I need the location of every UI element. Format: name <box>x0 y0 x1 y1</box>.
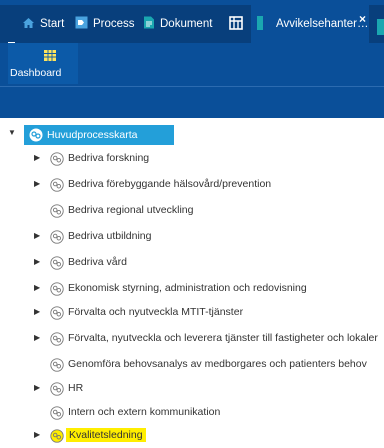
tree-item-label: Förvalta och nyutveckla MTIT-tjänster <box>68 306 244 318</box>
tree-root-label: Huvudprocesskarta <box>47 129 138 141</box>
process-node-icon <box>50 429 64 448</box>
process-tree: ▼ Huvudprocesskarta ▶ Bedriva forskning … <box>0 118 384 443</box>
collapse-arrow-icon[interactable]: ▼ <box>8 128 16 137</box>
process-node-icon <box>50 256 64 275</box>
dashboard-button[interactable]: Dashboard <box>8 43 78 84</box>
tab-avvikelsehantering-label: Avvikelsehanter… <box>276 18 369 30</box>
tab-start[interactable]: Start <box>22 5 64 43</box>
process-node-icon <box>50 178 64 197</box>
tab-start-label: Start <box>40 18 65 30</box>
expand-arrow-icon[interactable]: ▶ <box>34 257 40 266</box>
tab-dokument[interactable]: Dokument <box>143 5 212 43</box>
tree-item-label: Bedriva forskning <box>68 152 150 164</box>
process-node-icon <box>50 282 64 301</box>
tab-avvikelsehantering[interactable]: Avvikelsehanter… <box>251 5 369 43</box>
tree-item-ekonomisk-styrning[interactable]: ▶ Ekonomisk styrning, administration och… <box>0 278 384 300</box>
tree-item-bedriva-utbildning[interactable]: ▶ Bedriva utbildning <box>0 226 384 248</box>
tree-item-hr[interactable]: ▶ HR <box>0 378 384 400</box>
expand-arrow-icon[interactable]: ▶ <box>34 231 40 240</box>
tree-item-fastigheter-lokaler[interactable]: ▶ Förvalta, nyutveckla och leverera tjän… <box>0 328 384 350</box>
tab-process[interactable]: Process <box>75 5 135 43</box>
expand-arrow-icon[interactable]: ▶ <box>34 153 40 162</box>
tree-item-bedriva-vard[interactable]: ▶ Bedriva vård <box>0 252 384 274</box>
expand-arrow-icon[interactable]: ▶ <box>34 383 40 392</box>
document-icon <box>143 16 155 32</box>
tab-bar: Start Process Dokument Avvikelsehanter… … <box>0 5 384 43</box>
tree-item-label: Kvalitetsledning <box>66 428 146 442</box>
expand-arrow-icon[interactable]: ▶ <box>34 179 40 188</box>
deviation-icon <box>257 15 263 33</box>
tree-item-kvalitetsledning[interactable]: ▶ Kvalitetsledning <box>0 425 384 447</box>
tree-item-kommunikation[interactable]: Intern och extern kommunikation <box>0 402 384 424</box>
tree-item-mtit-tjanster[interactable]: ▶ Förvalta och nyutveckla MTIT-tjänster <box>0 302 384 324</box>
tree-item-label: Intern och extern kommunikation <box>68 406 221 418</box>
tree-item-label: Bedriva förebyggande hälsovård/preventio… <box>68 178 272 190</box>
expand-arrow-icon[interactable]: ▶ <box>34 430 40 439</box>
close-tab-icon[interactable]: × <box>359 13 366 25</box>
process-node-icon <box>50 382 64 401</box>
tree-item-behovsanalys[interactable]: Genomföra behovsanalys av medborgares oc… <box>0 354 384 376</box>
dashboard-icon <box>44 50 56 64</box>
process-node-icon <box>50 332 64 351</box>
process-node-icon <box>50 358 64 377</box>
tree-item-label: Förvalta, nyutveckla och leverera tjänst… <box>68 332 378 344</box>
ribbon-divider <box>0 86 384 87</box>
tree-item-label: Bedriva regional utveckling <box>68 204 194 216</box>
tab-process-label: Process <box>93 18 135 30</box>
expand-arrow-icon[interactable]: ▶ <box>34 307 40 316</box>
process-node-icon <box>50 230 64 249</box>
tree-root-node[interactable]: Huvudprocesskarta <box>24 125 174 145</box>
tree-item-regional-utveckling[interactable]: Bedriva regional utveckling <box>0 200 384 222</box>
home-icon <box>22 17 35 32</box>
process-map-icon <box>29 128 43 142</box>
process-node-icon <box>50 406 64 425</box>
expand-arrow-icon[interactable]: ▶ <box>34 333 40 342</box>
tree-item-label: Bedriva utbildning <box>68 230 152 242</box>
tree-item-label: Bedriva vård <box>68 256 127 268</box>
tab-grid[interactable] <box>221 5 251 43</box>
tree-item-label: HR <box>68 382 84 394</box>
process-node-icon <box>50 152 64 171</box>
expand-arrow-icon[interactable]: ▶ <box>34 283 40 292</box>
process-node-icon <box>50 306 64 325</box>
tree-item-bedriva-forskning[interactable]: ▶ Bedriva forskning <box>0 148 384 170</box>
process-icon <box>75 16 88 32</box>
tree-item-forebyggande-halsovard[interactable]: ▶ Bedriva förebyggande hälsovård/prevent… <box>0 174 384 196</box>
tree-item-label: Genomföra behovsanalys av medborgares oc… <box>68 358 367 370</box>
process-node-icon <box>50 204 64 223</box>
tab-dokument-label: Dokument <box>160 18 213 30</box>
top-bar: Start Process Dokument Avvikelsehanter… … <box>0 0 384 118</box>
next-tab-edge[interactable] <box>377 19 384 35</box>
dashboard-label: Dashboard <box>10 67 62 79</box>
grid-icon <box>229 15 243 33</box>
tree-item-label: Ekonomisk styrning, administration och r… <box>68 282 307 294</box>
